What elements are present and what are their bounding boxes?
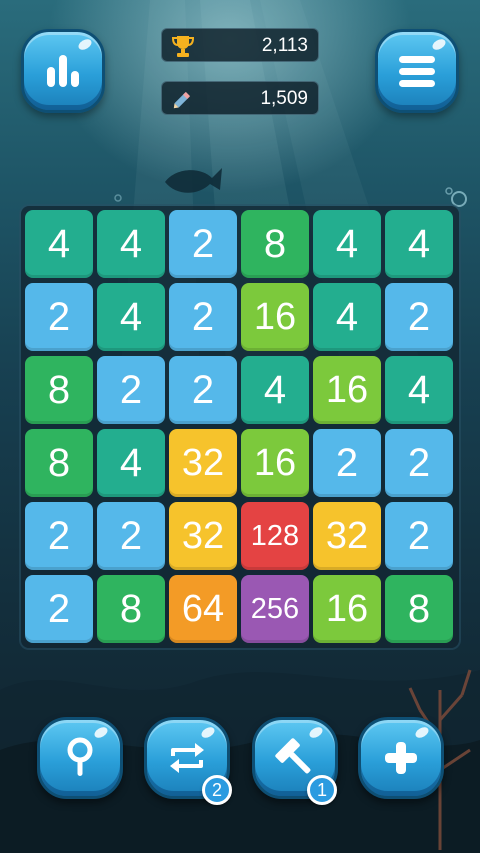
tile-2-4[interactable]: 16 [313, 356, 381, 424]
hamburger-menu-icon [399, 56, 435, 87]
add-button[interactable] [358, 717, 444, 799]
tile-3-4[interactable]: 2 [313, 429, 381, 497]
gloss-highlight [430, 37, 448, 52]
hammer-icon [275, 738, 311, 774]
current-score-value: 1,509 [260, 88, 308, 109]
tile-3-3[interactable]: 16 [241, 429, 309, 497]
tile-4-0[interactable]: 2 [25, 502, 93, 570]
tile-0-1[interactable]: 4 [97, 210, 165, 278]
tile-1-2[interactable]: 2 [169, 283, 237, 351]
stats-button[interactable] [21, 29, 105, 113]
tile-4-4[interactable]: 32 [313, 502, 381, 570]
bar-chart-icon [47, 55, 79, 87]
tile-0-3[interactable]: 8 [241, 210, 309, 278]
tile-1-3[interactable]: 16 [241, 283, 309, 351]
tile-1-5[interactable]: 2 [385, 283, 453, 351]
plus-icon [385, 742, 417, 774]
swap-count-badge: 2 [202, 775, 232, 805]
tile-5-0[interactable]: 2 [25, 575, 93, 643]
tile-4-5[interactable]: 2 [385, 502, 453, 570]
tile-1-0[interactable]: 2 [25, 283, 93, 351]
tile-3-0[interactable]: 8 [25, 429, 93, 497]
hammer-count-badge: 1 [307, 775, 337, 805]
tile-2-5[interactable]: 4 [385, 356, 453, 424]
tile-0-5[interactable]: 4 [385, 210, 453, 278]
tile-5-3[interactable]: 256 [241, 575, 309, 643]
tile-2-1[interactable]: 2 [97, 356, 165, 424]
swap-arrows-icon [170, 743, 204, 773]
tile-5-2[interactable]: 64 [169, 575, 237, 643]
tile-3-2[interactable]: 32 [169, 429, 237, 497]
menu-button[interactable] [375, 29, 459, 113]
trophy-icon [171, 36, 195, 57]
tile-1-4[interactable]: 4 [313, 283, 381, 351]
fish-icon [165, 168, 222, 193]
tile-5-1[interactable]: 8 [97, 575, 165, 643]
tile-4-2[interactable]: 32 [169, 502, 237, 570]
tile-2-2[interactable]: 2 [169, 356, 237, 424]
tile-1-1[interactable]: 4 [97, 283, 165, 351]
hint-search-button[interactable] [37, 717, 123, 799]
tile-5-4[interactable]: 16 [313, 575, 381, 643]
tile-5-5[interactable]: 8 [385, 575, 453, 643]
tile-4-1[interactable]: 2 [97, 502, 165, 570]
tile-0-4[interactable]: 4 [313, 210, 381, 278]
best-score-value: 2,113 [261, 35, 308, 56]
tile-4-3[interactable]: 128 [241, 502, 309, 570]
tile-2-3[interactable]: 4 [241, 356, 309, 424]
magnifier-icon [67, 737, 93, 776]
tile-0-2[interactable]: 2 [169, 210, 237, 278]
tile-3-5[interactable]: 2 [385, 429, 453, 497]
pencil-icon [173, 91, 191, 109]
tile-3-1[interactable]: 4 [97, 429, 165, 497]
best-score-panel: 2,113 [161, 28, 319, 62]
tile-0-0[interactable]: 4 [25, 210, 93, 278]
current-score-panel: 1,509 [161, 81, 319, 115]
game-board: 4 4 2 8 4 4 2 4 2 16 4 2 8 2 2 4 16 4 8 4 32 16 2 2 2 2 32 128 32 2 2 8… [21, 206, 459, 648]
tile-2-0[interactable]: 8 [25, 356, 93, 424]
